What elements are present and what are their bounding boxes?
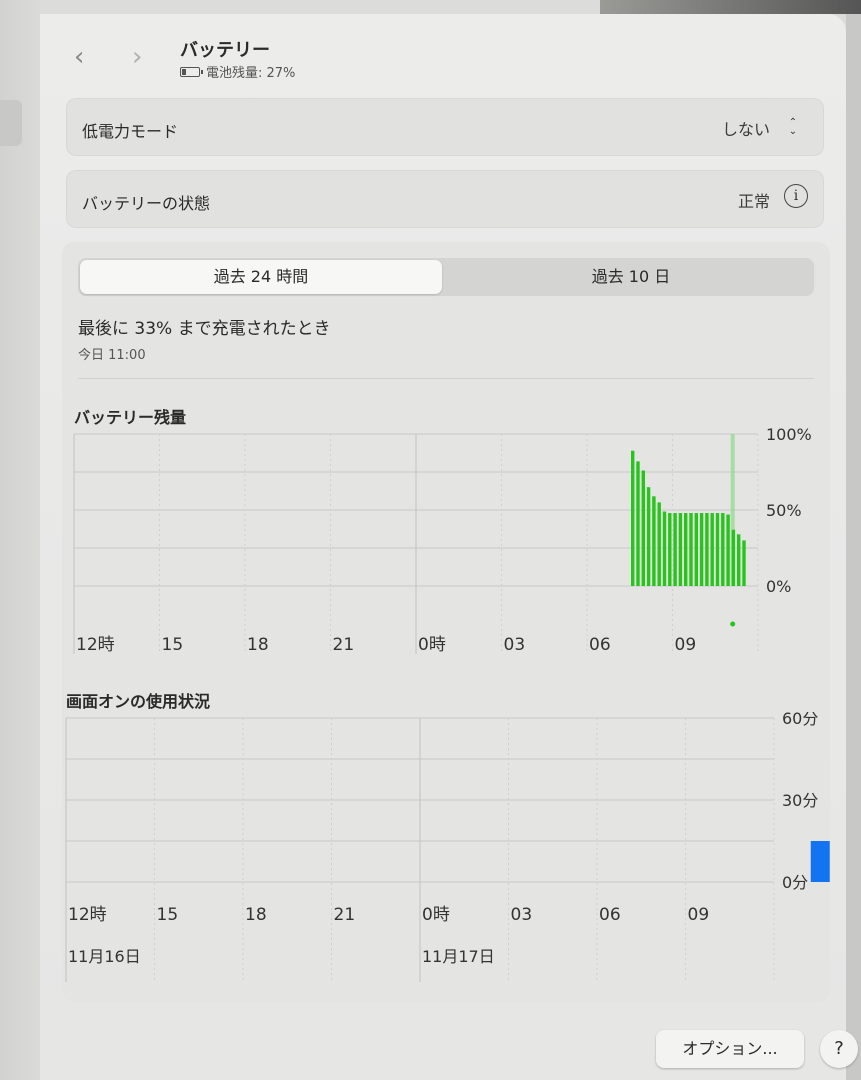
x-tick-label: 15 (157, 905, 179, 925)
last-charge-time: 今日 11:00 (78, 348, 146, 363)
date-label: 11月17日 (422, 947, 495, 966)
divider (78, 378, 814, 379)
usage-bar (810, 841, 830, 882)
x-tick-label: 12時 (68, 905, 107, 925)
battery-bar (673, 513, 677, 586)
battery-health-value: 正常 (737, 192, 770, 211)
up-down-chevron-icon[interactable]: ⌃ ⌄ (786, 116, 800, 138)
battery-health-label: バッテリーの状態 (82, 194, 211, 213)
battery-bar (646, 487, 651, 586)
chevron-left-icon: ‹ (74, 42, 85, 72)
date-label: 11月16日 (68, 947, 141, 966)
battery-bar (694, 513, 698, 586)
battery-bar (705, 513, 709, 586)
battery-bar (684, 513, 688, 586)
x-tick-label: 03 (504, 635, 526, 655)
x-tick-label: 03 (511, 905, 533, 925)
y-tick-label: 100% (766, 425, 812, 444)
options-button[interactable]: オプション... (656, 1030, 804, 1068)
battery-bar (710, 513, 714, 586)
battery-bar (731, 529, 736, 586)
battery-bar (689, 513, 693, 586)
battery-bar (726, 514, 730, 586)
x-tick-label: 15 (162, 635, 184, 655)
y-tick-label: 0分 (782, 873, 808, 892)
low-power-mode-select[interactable]: しない (722, 116, 770, 140)
battery-bar (737, 534, 741, 586)
battery-bar (636, 461, 640, 586)
x-tick-label: 06 (599, 905, 621, 925)
x-tick-label: 18 (245, 905, 267, 925)
x-tick-label: 12時 (76, 635, 115, 655)
battery-health-row: バッテリーの状態 正常 i (66, 170, 824, 228)
battery-bar (699, 513, 704, 586)
x-tick-label: 21 (333, 635, 355, 655)
desktop-background (600, 0, 861, 14)
x-tick-label: 0時 (422, 905, 450, 925)
x-tick-label: 0時 (418, 635, 446, 655)
tab-last-10-days[interactable]: 過去 10 日 (450, 260, 812, 294)
chevron-right-icon: › (132, 42, 143, 72)
x-tick-label: 09 (675, 635, 697, 655)
help-button[interactable]: ? (820, 1030, 858, 1068)
sidebar-selected-item[interactable] (0, 100, 22, 146)
battery-bar (668, 513, 672, 586)
time-range-segmented-control: 過去 24 時間 過去 10 日 (78, 258, 814, 296)
charging-indicator-dot (730, 621, 736, 627)
info-icon[interactable]: i (784, 184, 808, 208)
battery-status: 電池残量: 27% (180, 62, 295, 81)
y-tick-label: 30分 (782, 791, 818, 810)
usage-history-panel: 過去 24 時間 過去 10 日 最後に 33% まで充電されたとき 今日 11… (62, 242, 830, 1002)
sidebar-edge (0, 0, 40, 1080)
battery-bar (721, 513, 725, 586)
y-tick-label: 0% (766, 577, 791, 596)
battery-status-text: 電池残量: 27% (206, 66, 296, 81)
page-title: バッテリー (180, 40, 270, 61)
battery-bar (678, 513, 683, 586)
forward-button[interactable]: › (132, 44, 142, 70)
x-tick-label: 18 (247, 635, 269, 655)
screen-usage-chart-title: 画面オンの使用状況 (66, 692, 211, 711)
y-tick-label: 60分 (782, 712, 818, 728)
x-tick-label: 21 (334, 905, 356, 925)
low-power-mode-row: 低電力モード しない ⌃ ⌄ (66, 98, 824, 156)
battery-bar (657, 502, 661, 586)
battery-bar (662, 511, 667, 586)
last-charge-text: 最後に 33% まで充電されたとき (78, 319, 331, 339)
low-power-mode-label: 低電力モード (82, 122, 179, 141)
battery-bar (641, 470, 645, 586)
x-tick-label: 06 (589, 635, 611, 655)
window-edge (846, 14, 861, 1080)
settings-window: ‹ › バッテリー 電池残量: 27% 低電力モード しない ⌃ ⌄ バッテリーの… (40, 14, 858, 1080)
back-button[interactable]: ‹ (74, 44, 84, 70)
battery-bar (742, 540, 746, 586)
battery-bar (715, 513, 720, 586)
y-tick-label: 50% (766, 501, 802, 520)
battery-level-chart: 12時 15 18 21 0時 03 06 09 100% 50% 0% (73, 425, 812, 655)
tab-last-24-hours[interactable]: 過去 24 時間 (80, 260, 442, 294)
x-tick-label: 09 (688, 905, 710, 925)
battery-bar (631, 450, 635, 586)
screen-usage-chart: 12時 15 18 21 0時 03 06 09 60分 30分 0分 11月16日 11月17日 (65, 712, 830, 982)
battery-icon (180, 66, 203, 77)
battery-bar (652, 496, 656, 586)
